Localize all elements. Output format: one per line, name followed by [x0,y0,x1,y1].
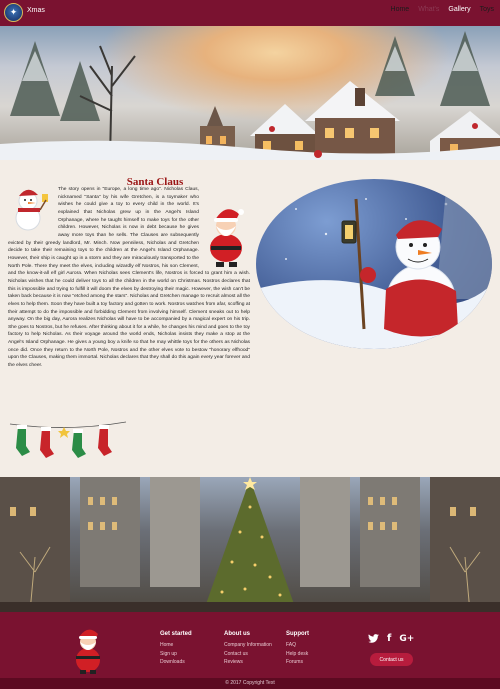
footer-link-reviews[interactable]: Reviews [224,658,272,667]
city-christmas-tree-image [0,477,500,612]
copyright-bar: © 2017 Copyright Text [0,678,500,689]
footer-link-contact-us[interactable]: Contact us [224,650,272,659]
footer-column-about-us: About us Company Information Contact us … [224,631,272,667]
menu-item-toys[interactable]: Toys [480,6,494,13]
article-body: The story opens in "Europe, a long time … [8,186,250,370]
footer-column-support: Support FAQ Help desk Forums [286,631,309,667]
footer-heading: Support [286,631,309,637]
menu-item-gallery[interactable]: Gallery [448,6,470,13]
globe-logo-icon[interactable]: ✦ [4,3,23,22]
menu-item-home[interactable]: Home [391,6,410,13]
stockings-garland-illustration [9,421,127,458]
twitter-icon[interactable] [368,634,379,643]
footer-link-help-desk[interactable]: Help desk [286,650,309,659]
facebook-icon[interactable]: f [387,633,391,644]
menu-item-whats[interactable]: What's [418,6,439,13]
santa-illustration [210,209,244,267]
snowman-illustration [15,189,48,231]
footer-heading: About us [224,631,250,637]
social-links: f G+ [368,633,414,644]
footer-column-get-started: Get started Home Sign up Downloads [160,631,192,667]
brand-name[interactable]: Xmas [27,7,45,14]
hero-winter-village-image [0,26,500,160]
footer-link-sign-up[interactable]: Sign up [160,650,192,659]
footer-link-home[interactable]: Home [160,641,192,650]
footer-link-forums[interactable]: Forums [286,658,309,667]
snowman-with-lantern-image [256,179,492,349]
contact-us-button[interactable]: Contact us [370,653,413,666]
main-menu: Home What's Gallery Toys [391,6,494,13]
santa-footer-icon [76,629,100,674]
footer-heading: Get started [160,631,192,637]
navbar: ✦ Xmas Home What's Gallery Toys [0,0,500,26]
google-plus-icon[interactable]: G+ [399,634,414,644]
footer-link-downloads[interactable]: Downloads [160,658,192,667]
footer-link-faq[interactable]: FAQ [286,641,309,650]
footer-link-company-information[interactable]: Company Information [224,641,272,650]
